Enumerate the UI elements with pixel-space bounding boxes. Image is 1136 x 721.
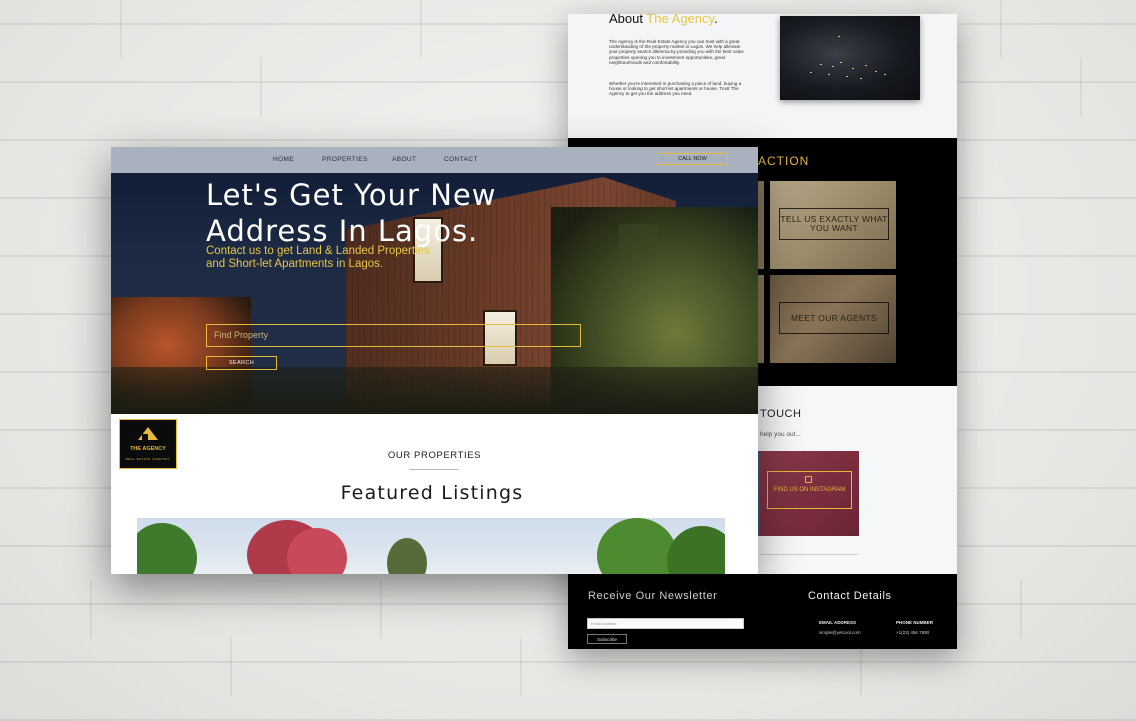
- divider: [760, 554, 858, 555]
- tree-shape: [287, 528, 347, 574]
- property-search-input[interactable]: Find Property: [206, 324, 581, 347]
- about-paragraph-2: Whether you're interested in purchasing …: [609, 81, 742, 97]
- contact-details-title: Contact Details: [808, 590, 892, 602]
- touch-title: TOUCH: [760, 408, 802, 420]
- instagram-label: FIND US ON INSTAGRAM: [767, 471, 852, 509]
- phone-value[interactable]: +1(23) 456 7890: [896, 630, 929, 635]
- tell-us-label: TELL US EXACTLY WHAT YOU WANT: [779, 208, 889, 240]
- newsletter-email-input[interactable]: Email address: [587, 618, 744, 629]
- email-label: EMAIL ADDRESS: [819, 620, 857, 625]
- hero-subtext: Contact us to get Land & Landed Properti…: [206, 245, 430, 270]
- city-night-image: [780, 16, 920, 100]
- hero-section: HOME PROPERTIES ABOUT CONTACT CALL NOW L…: [111, 147, 758, 414]
- nav-about[interactable]: ABOUT: [392, 156, 416, 163]
- section-divider: [409, 469, 459, 470]
- phone-label: PHONE NUMBER: [896, 620, 934, 625]
- meet-agents-label: MEET OUR AGENTS: [779, 302, 889, 334]
- instagram-card[interactable]: FIND US ON INSTAGRAM: [760, 451, 859, 536]
- about-section: About The Agency. The Agency is the Real…: [568, 14, 957, 138]
- email-value[interactable]: simple@yetcool.com: [819, 630, 861, 635]
- search-button[interactable]: SEARCH: [206, 356, 277, 370]
- call-now-button[interactable]: CALL NOW: [657, 153, 728, 165]
- touch-subtitle: help you out...: [760, 431, 801, 438]
- cta-title: ACTION: [758, 154, 810, 168]
- about-title: About The Agency.: [609, 14, 718, 26]
- agency-logo[interactable]: THE AGENCY REAL ESTATE COMPANY: [119, 419, 177, 469]
- section-title: Featured Listings: [340, 482, 524, 504]
- featured-listing-image[interactable]: [137, 518, 725, 574]
- footer: Receive Our Newsletter Email address Sub…: [568, 574, 957, 649]
- tile-edge: [758, 181, 764, 269]
- nav-properties[interactable]: PROPERTIES: [322, 156, 368, 163]
- front-page-mockup: HOME PROPERTIES ABOUT CONTACT CALL NOW L…: [111, 147, 758, 574]
- house-mark-door: [142, 434, 148, 440]
- house-mark-icon: [138, 427, 158, 440]
- tree-shape: [667, 526, 725, 574]
- meet-agents-tile[interactable]: MEET OUR AGENTS: [770, 275, 896, 363]
- subscribe-button[interactable]: Subscribe: [587, 634, 627, 644]
- section-label: OUR PROPERTIES: [387, 450, 482, 461]
- newsletter-title: Receive Our Newsletter: [588, 590, 718, 602]
- about-paragraph-1: The Agency is the Real Estate Agency you…: [609, 39, 744, 65]
- nav-home[interactable]: HOME: [273, 156, 294, 163]
- tell-us-tile[interactable]: TELL US EXACTLY WHAT YOU WANT: [770, 181, 896, 269]
- hero-headline: Let's Get Your New Address In Lagos.: [206, 178, 497, 248]
- nav-contact[interactable]: CONTACT: [444, 156, 478, 163]
- tree-shape: [137, 523, 197, 574]
- tree-shape: [597, 518, 677, 574]
- top-nav: HOME PROPERTIES ABOUT CONTACT CALL NOW: [111, 147, 758, 173]
- tile-edge: [758, 275, 764, 363]
- tree-shape: [387, 538, 427, 574]
- ground-image: [111, 367, 758, 414]
